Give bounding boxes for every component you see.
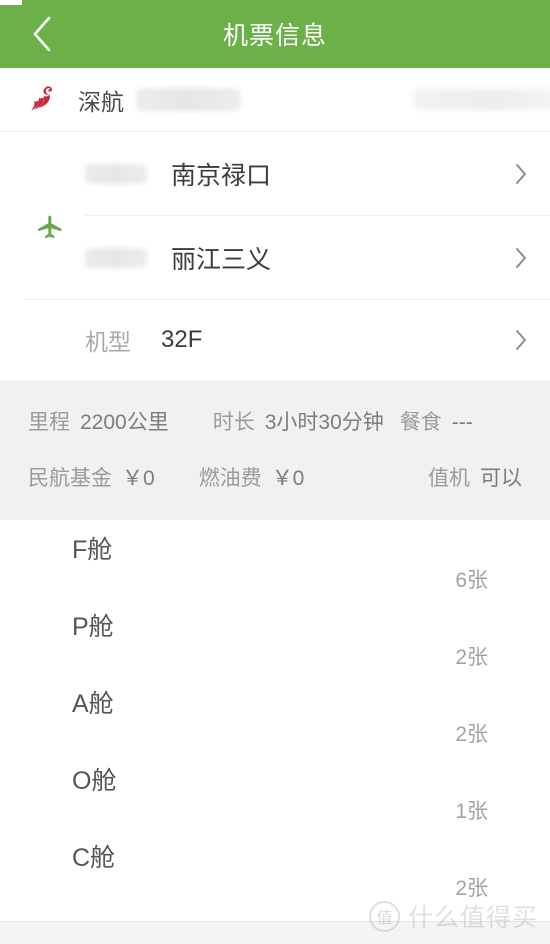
destination-time-redacted <box>85 247 147 268</box>
info-row-primary: 里程 2200公里 时长 3小时30分钟 餐食 --- <box>0 406 550 436</box>
cabin-label: P舱 <box>72 613 114 641</box>
cabin-row[interactable]: C舱 2张 <box>0 828 550 905</box>
cabin-seat-count: 1张 <box>455 800 488 823</box>
duration-label: 时长 <box>212 411 255 434</box>
fuel-surcharge-label: 燃油费 <box>198 467 262 490</box>
route-row-destination[interactable]: 丽江三义 <box>85 215 550 299</box>
origin-time-redacted <box>85 163 147 184</box>
cabin-label: F舱 <box>72 536 113 564</box>
cabin-seat-count: 6张 <box>455 569 488 592</box>
caac-fund-label: 民航基金 <box>28 467 112 490</box>
route-block: 南京禄口 丽江三义 <box>0 131 550 299</box>
shenzhen-airlines-bird-logo <box>26 81 64 119</box>
meal-value: --- <box>451 411 473 434</box>
chevron-left-icon <box>30 14 54 54</box>
chevron-right-icon <box>514 246 528 270</box>
meal-label: 餐食 <box>399 411 442 434</box>
bottom-strip <box>0 922 550 944</box>
cabin-class-list: F舱 6张 P舱 2张 A舱 2张 O舱 1张 C舱 2张 <box>0 520 550 905</box>
cabin-row[interactable]: O舱 1张 <box>0 751 550 828</box>
route-row-origin[interactable]: 南京禄口 <box>85 132 550 215</box>
cabin-row[interactable]: F舱 6张 <box>0 520 550 597</box>
page-title: 机票信息 <box>222 22 327 50</box>
cabin-seat-count: 2张 <box>455 877 488 900</box>
app-header: 机票信息 <box>0 0 550 68</box>
flight-info-panel: 里程 2200公里 时长 3小时30分钟 餐食 --- 民航基金 ￥0 燃油费 … <box>0 380 550 520</box>
airplane-icon <box>33 211 67 245</box>
flight-number-redacted <box>136 88 241 111</box>
aircraft-type-row[interactable]: 机型 32F <box>25 299 550 380</box>
back-button[interactable] <box>22 11 62 57</box>
caac-fund-value: ￥0 <box>122 467 155 490</box>
checkin-label: 值机 <box>428 467 470 490</box>
aircraft-type-label: 机型 <box>85 329 131 355</box>
status-bar-notch <box>0 0 22 5</box>
destination-airport-name: 丽江三义 <box>171 245 272 274</box>
airline-row: 深航 <box>0 68 550 131</box>
cabin-seat-count: 2张 <box>455 723 488 746</box>
cabin-row[interactable]: A舱 2张 <box>0 674 550 751</box>
info-row-secondary: 民航基金 ￥0 燃油费 ￥0 值机 可以 <box>0 462 550 492</box>
checkin-value: 可以 <box>480 467 522 490</box>
aircraft-type-value: 32F <box>161 326 203 353</box>
cabin-label: O舱 <box>72 767 117 795</box>
distance-value: 2200公里 <box>80 411 169 434</box>
airline-name: 深航 <box>78 88 124 115</box>
cabin-seat-count: 2张 <box>455 646 488 669</box>
chevron-right-icon <box>514 328 528 352</box>
cabin-label: C舱 <box>72 844 116 872</box>
cabin-row[interactable]: P舱 2张 <box>0 597 550 674</box>
duration-value: 3小时30分钟 <box>264 411 384 434</box>
fuel-surcharge-value: ￥0 <box>271 467 305 490</box>
bottom-divider <box>0 921 550 922</box>
cabin-label: A舱 <box>72 690 114 718</box>
distance-label: 里程 <box>28 411 70 434</box>
origin-airport-name: 南京禄口 <box>171 161 272 190</box>
airline-right-field-redacted <box>414 89 550 110</box>
chevron-right-icon <box>514 162 528 186</box>
